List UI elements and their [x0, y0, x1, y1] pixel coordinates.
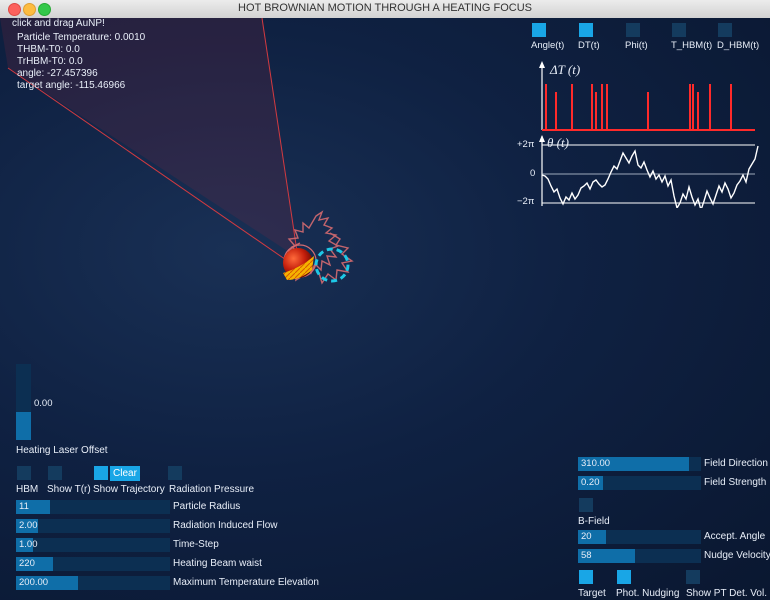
- hbm-label: HBM: [16, 484, 39, 495]
- toggle-phi-plot-label: Phi(t): [625, 40, 648, 51]
- title-bar: HOT BROWNIAN MOTION THROUGH A HEATING FO…: [0, 0, 770, 19]
- max-temperature-elevation-slider[interactable]: 200.00: [16, 576, 170, 590]
- show-pt-detection-volume-toggle[interactable]: [686, 570, 700, 584]
- drag-hint: click and drag AuNP!: [12, 18, 105, 29]
- toggle-dhbm-plot-label: D_HBM(t): [717, 40, 760, 51]
- time-step-slider[interactable]: 1.00: [16, 538, 170, 552]
- slider-value: 0.20: [581, 477, 600, 488]
- show-trajectory-label: Show Trajectory: [93, 484, 165, 495]
- b-field-label: B-Field: [578, 516, 610, 527]
- hbm-toggle[interactable]: [17, 466, 31, 480]
- radiation-pressure-toggle[interactable]: [168, 466, 182, 480]
- toggle-thbm-plot-label: T_HBM(t): [671, 40, 713, 51]
- theta-plot-axis-arrow: [539, 135, 545, 142]
- radiation-induced-flow-label: Radiation Induced Flow: [173, 520, 278, 531]
- app-window: HOT BROWNIAN MOTION THROUGH A HEATING FO…: [0, 0, 770, 600]
- laser-offset-slider[interactable]: [16, 364, 31, 440]
- show-trajectory-toggle[interactable]: [94, 466, 108, 480]
- trhbm-readout: TrHBM-T0: 0.0: [17, 56, 83, 67]
- toggle-dt-plot[interactable]: [579, 23, 593, 37]
- slider-value: 20: [581, 531, 592, 542]
- target-label: Target: [578, 588, 606, 599]
- toggle-angle-plot[interactable]: [532, 23, 546, 37]
- particle-temperature-readout: Particle Temperature: 0.0010: [17, 32, 146, 43]
- show-temperature-profile-toggle[interactable]: [48, 466, 62, 480]
- angle-readout: angle: -27.457396: [17, 68, 98, 79]
- slider-value: 220: [19, 558, 35, 569]
- toggle-dt-plot-label: DT(t): [578, 40, 600, 51]
- slider-value: 310.00: [581, 458, 611, 469]
- nudge-velocity-label: Nudge Velocity: [704, 550, 770, 561]
- b-field-toggle[interactable]: [579, 498, 593, 512]
- field-direction-slider[interactable]: 310.00: [578, 457, 701, 471]
- dt-plot-axis-arrow: [539, 61, 545, 68]
- slider-value: 1.00: [19, 539, 38, 550]
- accept-angle-slider[interactable]: 20: [578, 530, 701, 544]
- time-series-plots: [539, 61, 759, 208]
- theta-trace: [541, 145, 759, 208]
- photothermal-nudging-label: Phot. Nudging: [616, 588, 680, 599]
- particle-radius-slider[interactable]: 11: [16, 500, 170, 514]
- slider-value: 11: [19, 501, 29, 512]
- target-angle-readout: target angle: -115.46966: [17, 80, 126, 91]
- toggle-dhbm-plot[interactable]: [718, 23, 732, 37]
- show-temperature-profile-label: Show T(r): [47, 484, 91, 495]
- theta-plot-title: θ (t): [547, 135, 569, 150]
- field-strength-label: Field Strength: [704, 477, 767, 488]
- heating-beam-waist-label: Heating Beam waist: [173, 558, 262, 569]
- laser-offset-slider-fill: [16, 411, 31, 440]
- nudge-velocity-slider[interactable]: 58: [578, 549, 701, 563]
- laser-offset-label: Heating Laser Offset: [16, 445, 108, 456]
- toggle-angle-plot-label: Angle(t): [531, 40, 565, 51]
- particle-radius-label: Particle Radius: [173, 501, 241, 512]
- field-strength-slider[interactable]: 0.20: [578, 476, 701, 490]
- window-title: HOT BROWNIAN MOTION THROUGH A HEATING FO…: [238, 2, 532, 14]
- radiation-pressure-label: Radiation Pressure: [169, 484, 255, 495]
- max-temperature-elevation-label: Maximum Temperature Elevation: [173, 577, 319, 588]
- target-toggle[interactable]: [579, 570, 593, 584]
- heating-beam-waist-slider[interactable]: 220: [16, 557, 170, 571]
- clear-trajectory-button[interactable]: Clear: [110, 466, 140, 481]
- slider-value: 200.00: [19, 577, 49, 588]
- dt-plot-title: ΔT (t): [550, 62, 581, 77]
- time-step-label: Time-Step: [173, 539, 219, 550]
- theta-axis-zero-label: 0: [530, 168, 536, 179]
- radiation-induced-flow-slider[interactable]: 2.00: [16, 519, 170, 533]
- laser-offset-value: 0.00: [34, 398, 53, 409]
- dt-spikes: [545, 84, 732, 130]
- thbm-readout: THBM-T0: 0.0: [17, 44, 80, 55]
- accept-angle-label: Accept. Angle: [704, 531, 766, 542]
- toggle-phi-plot[interactable]: [626, 23, 640, 37]
- show-pt-detection-volume-label: Show PT Det. Vol.: [686, 588, 767, 599]
- toggle-thbm-plot[interactable]: [672, 23, 686, 37]
- slider-value: 58: [581, 550, 592, 561]
- slider-value: 2.00: [19, 520, 38, 531]
- theta-axis-top-label: +2π: [517, 139, 535, 150]
- photothermal-nudging-toggle[interactable]: [617, 570, 631, 584]
- field-direction-label: Field Direction: [704, 458, 768, 469]
- simulation-canvas[interactable]: click and drag AuNP! Particle Temperatur…: [0, 18, 770, 600]
- theta-axis-bottom-label: −2π: [517, 196, 535, 207]
